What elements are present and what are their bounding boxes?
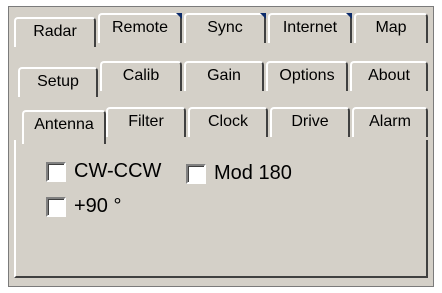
checkbox-box[interactable] — [186, 163, 206, 184]
tab-alarm[interactable]: Alarm — [352, 107, 428, 137]
tab-radar[interactable]: Radar — [14, 17, 96, 47]
checkbox-box[interactable] — [46, 196, 66, 217]
checkbox-box[interactable] — [46, 161, 66, 182]
tab-drive[interactable]: Drive — [270, 107, 350, 137]
tab-gain[interactable]: Gain — [184, 61, 264, 91]
tab-about[interactable]: About — [350, 61, 428, 91]
corner-marker-icon — [260, 13, 266, 19]
cw-ccw-checkbox[interactable]: CW-CCW — [46, 160, 161, 183]
tab-options[interactable]: Options — [266, 61, 348, 91]
tab-label: Setup — [37, 73, 79, 90]
corner-marker-icon — [346, 13, 352, 19]
tab-antenna[interactable]: Antenna — [22, 110, 106, 144]
tab-filter[interactable]: Filter — [106, 107, 186, 137]
tab-label: Options — [279, 67, 335, 84]
tab-map[interactable]: Map — [354, 13, 428, 43]
tab-label: Filter — [128, 113, 164, 130]
tab-label: Radar — [33, 23, 77, 40]
tab-label: Drive — [291, 113, 329, 130]
tab-internet[interactable]: Internet — [268, 13, 352, 43]
tab-label: Internet — [282, 19, 338, 36]
tab-calib[interactable]: Calib — [100, 61, 182, 91]
plus90-label: +90 ° — [74, 195, 122, 217]
tab-sync[interactable]: Sync — [184, 13, 266, 43]
corner-marker-icon — [176, 13, 182, 19]
mod180-checkbox[interactable]: Mod 180 — [186, 162, 292, 185]
tab-label: Clock — [207, 113, 248, 130]
mod180-label: Mod 180 — [214, 162, 292, 184]
tab-label: Map — [375, 19, 407, 36]
tab-label: Alarm — [369, 113, 411, 130]
tab-clock[interactable]: Clock — [188, 107, 268, 137]
tab-label: Sync — [207, 19, 243, 36]
tab-label: Calib — [122, 67, 160, 84]
tab-label: Remote — [111, 19, 169, 36]
tab-label: Antenna — [34, 116, 94, 133]
cw-ccw-label: CW-CCW — [74, 160, 162, 182]
tab-label: Gain — [207, 67, 241, 84]
tab-setup[interactable]: Setup — [18, 67, 98, 97]
tab-label: About — [368, 67, 410, 84]
tab-remote[interactable]: Remote — [98, 13, 182, 43]
plus90-checkbox[interactable]: +90 ° — [46, 195, 121, 218]
